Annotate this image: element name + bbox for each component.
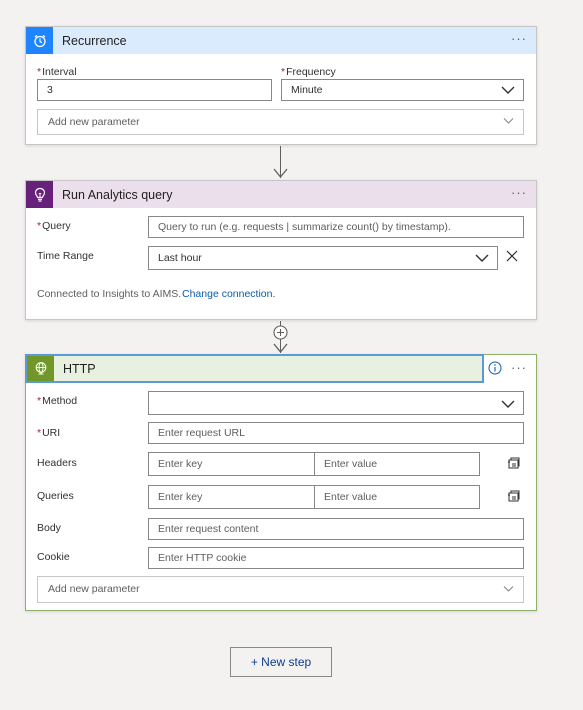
cookie-label: Cookie [37, 551, 70, 563]
analytics-header[interactable]: Run Analytics query ··· [26, 181, 536, 208]
frequency-dropdown[interactable]: Minute [281, 79, 524, 101]
add-parameter-placeholder: Add new parameter [48, 116, 140, 128]
lightbulb-icon [26, 181, 53, 208]
switch-to-text-mode-icon[interactable] [507, 490, 520, 503]
time-range-label: Time Range [37, 250, 94, 262]
add-parameter-dropdown[interactable]: Add new parameter [37, 109, 524, 135]
recurrence-header[interactable]: Recurrence ··· [26, 27, 536, 54]
globe-icon [27, 356, 54, 381]
arrow-down-icon [273, 168, 288, 179]
more-options-icon[interactable]: ··· [511, 360, 527, 376]
arrow-down-icon [273, 343, 288, 354]
change-connection-link[interactable]: Change connection. [182, 288, 275, 300]
recurrence-title: Recurrence [62, 33, 127, 48]
method-label: *Method [37, 395, 78, 407]
method-dropdown[interactable] [148, 391, 524, 415]
query-input[interactable]: Query to run (e.g. requests | summarize … [148, 216, 524, 238]
frequency-value: Minute [291, 84, 323, 96]
interval-input[interactable]: 3 [37, 79, 272, 101]
cookie-input[interactable]: Enter HTTP cookie [148, 547, 524, 569]
http-title: HTTP [63, 361, 96, 376]
body-input[interactable]: Enter request content [148, 518, 524, 540]
analytics-title: Run Analytics query [62, 187, 173, 202]
headers-label: Headers [37, 457, 77, 469]
switch-to-text-mode-icon[interactable] [507, 457, 520, 470]
queries-value-input[interactable]: Enter value [314, 485, 480, 509]
queries-label: Queries [37, 490, 74, 502]
info-icon[interactable] [488, 361, 502, 375]
chevron-down-icon [503, 586, 514, 592]
clear-icon[interactable] [506, 250, 518, 262]
more-options-icon[interactable]: ··· [511, 31, 527, 47]
frequency-label: *Frequency [281, 66, 336, 78]
chevron-down-icon [501, 400, 515, 408]
more-options-icon[interactable]: ··· [511, 185, 527, 201]
headers-value-input[interactable]: Enter value [314, 452, 480, 476]
add-action-icon[interactable] [273, 325, 288, 340]
time-range-dropdown[interactable]: Last hour [148, 246, 498, 270]
uri-input[interactable]: Enter request URL [148, 422, 524, 444]
http-card: HTTP ··· *Method *URI Enter request URL … [25, 354, 537, 611]
interval-label: *Interval [37, 66, 77, 78]
chevron-down-icon [501, 86, 515, 94]
body-label: Body [37, 522, 61, 534]
chevron-down-icon [475, 254, 489, 262]
queries-key-input[interactable]: Enter key [148, 485, 315, 509]
recurrence-card: Recurrence ··· *Interval 3 *Frequency Mi… [25, 26, 537, 145]
add-parameter-placeholder: Add new parameter [48, 583, 140, 595]
add-parameter-dropdown[interactable]: Add new parameter [37, 576, 524, 603]
query-label: *Query [37, 220, 71, 232]
new-step-button[interactable]: + New step [230, 647, 332, 677]
analytics-card: Run Analytics query ··· *Query Query to … [25, 180, 537, 320]
time-range-value: Last hour [158, 252, 202, 264]
uri-label: *URI [37, 427, 61, 439]
alarm-clock-icon [26, 27, 53, 54]
connected-text: Connected to Insights to AIMS. [37, 288, 182, 300]
chevron-down-icon [503, 118, 514, 124]
http-header[interactable]: HTTP [25, 354, 484, 383]
headers-key-input[interactable]: Enter key [148, 452, 315, 476]
